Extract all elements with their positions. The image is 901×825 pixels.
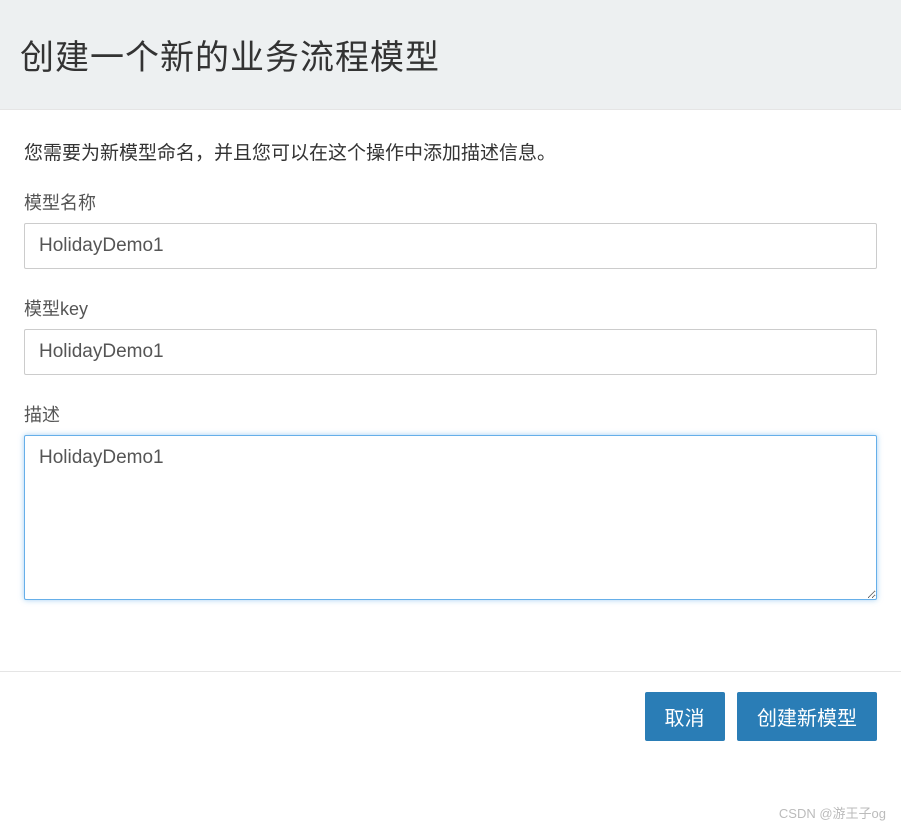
modal-title: 创建一个新的业务流程模型 [20,30,881,79]
modal-header: 创建一个新的业务流程模型 [0,0,901,110]
description-textarea[interactable]: HolidayDemo1 [24,435,877,600]
form-group-model-key: 模型key [24,295,877,375]
description-label: 描述 [24,401,877,427]
modal-body: 您需要为新模型命名，并且您可以在这个操作中添加描述信息。 模型名称 模型key … [0,110,901,671]
form-group-description: 描述 HolidayDemo1 [24,401,877,605]
model-key-label: 模型key [24,295,877,321]
help-text: 您需要为新模型命名，并且您可以在这个操作中添加描述信息。 [24,138,877,165]
model-key-input[interactable] [24,329,877,375]
create-button[interactable]: 创建新模型 [737,692,877,741]
cancel-button[interactable]: 取消 [645,692,725,741]
modal-footer: 取消 创建新模型 [0,671,901,761]
form-group-model-name: 模型名称 [24,189,877,269]
watermark: CSDN @游王子og [779,803,886,822]
model-name-label: 模型名称 [24,189,877,215]
model-name-input[interactable] [24,223,877,269]
